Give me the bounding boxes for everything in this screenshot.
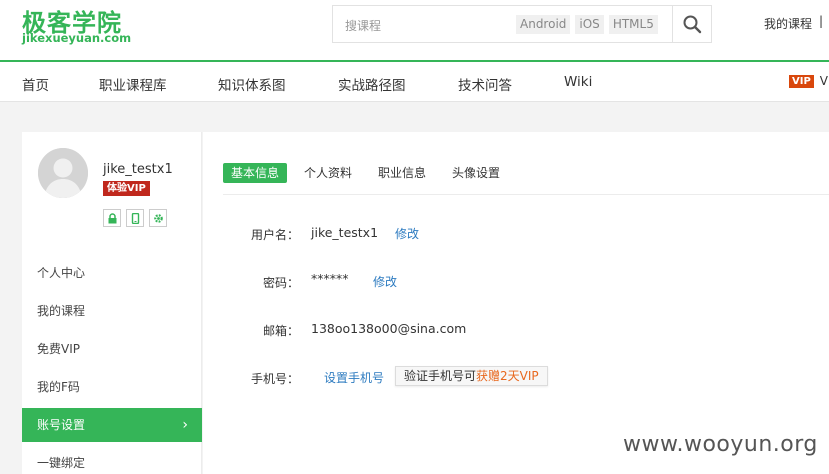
watermark: www.wooyun.org bbox=[623, 432, 818, 457]
search-input[interactable]: 搜课程 bbox=[345, 17, 381, 34]
site-header: 极客学院 jikexueyuan.com 搜课程 Android iOS HTM… bbox=[0, 0, 829, 60]
edit-password-link[interactable]: 修改 bbox=[373, 273, 397, 290]
tab-basic-info[interactable]: 基本信息 bbox=[223, 163, 288, 183]
sidebar-username: jike_testx1 bbox=[103, 162, 173, 177]
avatar[interactable] bbox=[38, 148, 88, 198]
account-binding-icons bbox=[103, 209, 167, 227]
my-courses-link[interactable]: 我的课程 bbox=[764, 15, 812, 32]
tab-profile[interactable]: 个人资料 bbox=[304, 163, 352, 183]
set-phone-link[interactable]: 设置手机号 bbox=[324, 369, 384, 386]
search-tag-ios[interactable]: iOS bbox=[575, 15, 604, 34]
email-value: 138oo138o00@sina.com bbox=[311, 321, 467, 336]
sidebar-item-personal-center[interactable]: 个人中心 bbox=[22, 256, 202, 290]
tab-avatar-settings[interactable]: 头像设置 bbox=[452, 163, 500, 183]
nav-item-wiki[interactable]: Wiki bbox=[564, 74, 592, 90]
vip-nav-label: VI bbox=[819, 74, 829, 88]
lock-icon[interactable] bbox=[103, 209, 121, 227]
main-nav: 首页 职业课程库 知识体系图 实战路径图 技术问答 Wiki VIP VI bbox=[0, 60, 829, 102]
sidebar-item-account-settings[interactable]: 账号设置 › bbox=[22, 408, 202, 442]
trial-vip-badge: 体验VIP bbox=[103, 181, 150, 196]
phone-icon[interactable] bbox=[126, 209, 144, 227]
sidebar-item-my-courses[interactable]: 我的课程 bbox=[22, 294, 202, 328]
sidebar-item-free-vip[interactable]: 免费VIP bbox=[22, 332, 202, 366]
chevron-right-icon: › bbox=[182, 417, 188, 433]
password-label: 密码： bbox=[262, 276, 299, 290]
search-button[interactable] bbox=[672, 6, 711, 42]
vip-badge: VIP bbox=[789, 74, 814, 88]
password-value: ****** bbox=[311, 271, 349, 286]
search-tags: Android iOS HTML5 bbox=[516, 15, 658, 34]
verify-phone-reward: 获赠2天VIP bbox=[476, 369, 539, 383]
settings-tabs: 基本信息 个人资料 职业信息 头像设置 bbox=[223, 163, 829, 195]
sidebar-item-one-click-bind[interactable]: 一键绑定 bbox=[22, 446, 202, 474]
settings-panel: 基本信息 个人资料 职业信息 头像设置 用户名： jike_testx1 修改 … bbox=[203, 132, 829, 474]
search-icon bbox=[683, 15, 702, 34]
nav-item-career-courses[interactable]: 职业课程库 bbox=[99, 74, 167, 94]
edit-username-link[interactable]: 修改 bbox=[395, 225, 419, 242]
logo-domain[interactable]: jikexueyuan.com bbox=[22, 31, 131, 45]
tab-career-info[interactable]: 职业信息 bbox=[378, 163, 426, 183]
sidebar-item-label: 账号设置 bbox=[37, 418, 86, 432]
search-box: 搜课程 Android iOS HTML5 bbox=[332, 5, 712, 43]
search-tag-html5[interactable]: HTML5 bbox=[608, 15, 658, 34]
nav-item-knowledge-map[interactable]: 知识体系图 bbox=[218, 74, 286, 94]
search-tag-android[interactable]: Android bbox=[516, 15, 571, 34]
verify-phone-promo[interactable]: 验证手机号可获赠2天VIP bbox=[395, 366, 548, 386]
nav-item-qa[interactable]: 技术问答 bbox=[458, 74, 512, 94]
header-separator: | bbox=[819, 14, 824, 28]
nav-item-practice-path[interactable]: 实战路径图 bbox=[338, 74, 406, 94]
nav-item-vip[interactable]: VIP VI bbox=[789, 74, 829, 88]
email-label: 邮箱： bbox=[262, 324, 299, 338]
default-avatar-icon bbox=[38, 148, 88, 198]
user-sidebar: jike_testx1 体验VIP 个人中心 我的课程 免费VIP 我的F码 账… bbox=[22, 132, 202, 474]
sidebar-item-f-code[interactable]: 我的F码 bbox=[22, 370, 202, 404]
nav-item-home[interactable]: 首页 bbox=[22, 74, 49, 94]
username-label: 用户名： bbox=[250, 228, 299, 242]
verify-phone-text: 验证手机号可 bbox=[404, 369, 477, 383]
gear-icon[interactable] bbox=[149, 209, 167, 227]
username-value: jike_testx1 bbox=[311, 225, 379, 240]
phone-label: 手机号： bbox=[250, 372, 299, 386]
